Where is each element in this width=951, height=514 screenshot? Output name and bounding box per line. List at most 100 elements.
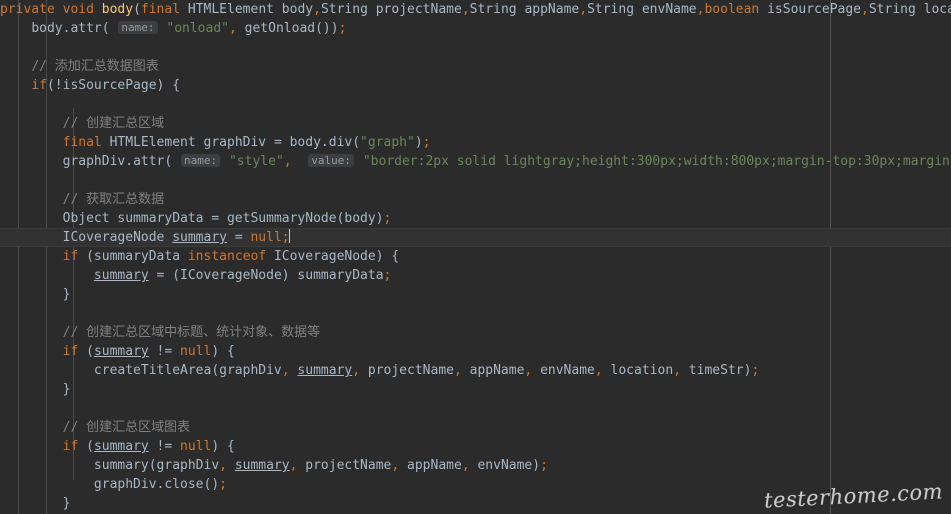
code-token: graphDiv.close() [93,477,220,492]
code-token: getOnload()) [236,21,339,36]
code-line[interactable]: graphDiv.close(); [0,475,951,494]
code-token: } [62,496,71,511]
string-literal: "graph" [360,135,415,150]
code-token: ( [78,439,94,454]
code-token: ( [78,344,94,359]
code-token: graphDiv.attr( [62,154,173,169]
code-token: ; [540,458,548,473]
code-line[interactable]: summary = (ICoverageNode) summaryData; [0,266,951,285]
code-line[interactable] [0,304,951,323]
code-token: , [283,154,292,169]
highlighted-identifier: summary [297,363,353,378]
keyword-token: boolean [704,2,760,17]
code-line[interactable]: summary(graphDiv, summary, projectName, … [0,456,951,475]
code-token: summary(graphDiv [93,458,220,473]
code-line[interactable]: if(!isSourcePage) { [0,76,951,95]
code-line[interactable]: final HTMLElement graphDiv = body.div("g… [0,133,951,152]
code-token: (!isSourcePage) { [46,78,181,93]
code-line[interactable]: } [0,494,951,513]
code-token: projectName [297,458,392,473]
highlighted-identifier: summary [93,268,149,283]
code-token: ; [751,363,760,378]
method-name-token: body [101,2,134,17]
code-line[interactable]: if (summaryData instanceof ICoverageNode… [0,247,951,266]
code-token: (summaryData [78,249,188,264]
code-token: } [62,287,71,302]
parameter-hint-chip[interactable]: name: [118,21,158,34]
keyword-token: if [62,249,79,264]
highlighted-identifier: summary [172,230,227,245]
code-line[interactable]: // 获取汇总数据 [0,190,951,209]
code-line[interactable]: // 创建汇总区域图表 [0,418,951,437]
highlighted-identifier: summary [93,344,149,359]
parameter-hint-chip[interactable]: value: [308,154,355,167]
code-line[interactable]: // 添加汇总数据图表 [0,57,951,76]
keyword-token: if [31,78,47,93]
code-text-area[interactable]: private void body(final HTMLElement body… [0,0,951,514]
code-line[interactable]: } [0,285,951,304]
code-token: , [219,458,227,473]
code-line[interactable]: createTitleArea(graphDiv, summary, proje… [0,361,951,380]
code-line[interactable] [0,38,951,57]
parameter-hint-chip[interactable]: name: [181,154,221,167]
keyword-token: private [0,2,55,17]
code-line[interactable]: // 创建汇总区域 [0,114,951,133]
code-token: , [391,458,400,473]
code-token: , [594,363,603,378]
code-token: , [861,2,869,17]
code-token: , [229,21,237,36]
code-editor-pane[interactable]: private void body(final HTMLElement body… [0,0,951,514]
code-token: projectName [360,363,454,378]
code-comment: // 创建汇总区域 [62,116,165,131]
code-token: String location [868,2,951,17]
code-token: ; [383,268,392,283]
code-line[interactable]: body.attr( name: "onload", getOnload()); [0,19,951,38]
code-token: body.attr( [31,21,110,36]
keyword-token: final [140,2,181,17]
code-line[interactable]: ICoverageNode summary = null; [0,228,951,247]
code-token: ; [422,135,431,150]
code-comment: // 创建汇总区域中标题、统计对象、数据等 [62,325,321,340]
code-line[interactable] [0,399,951,418]
keyword-token: if [62,439,79,454]
code-line[interactable]: graphDiv.attr( name: "style", value: "bo… [0,152,951,171]
code-line[interactable] [0,171,951,190]
code-token: = [227,230,251,245]
code-token: String appName [469,2,580,17]
code-token: , [352,363,361,378]
code-token: String envName [587,2,697,17]
highlighted-identifier: summary [93,439,149,454]
string-literal: "onload" [166,21,229,36]
code-line[interactable]: if (summary != null) { [0,342,951,361]
code-line[interactable]: } [0,380,951,399]
code-line[interactable]: private void body(final HTMLElement body… [0,0,951,19]
code-token: != [148,344,181,359]
code-token: = (ICoverageNode) summaryData [148,268,384,283]
code-line[interactable]: Object summaryData = getSummaryNode(body… [0,209,951,228]
code-token: , [461,2,470,17]
code-line[interactable] [0,95,951,114]
code-token: ) [414,135,423,150]
code-line[interactable]: if (summary != null) { [0,437,951,456]
code-token: ( [133,2,141,17]
code-line[interactable]: // 创建汇总区域中标题、统计对象、数据等 [0,323,951,342]
